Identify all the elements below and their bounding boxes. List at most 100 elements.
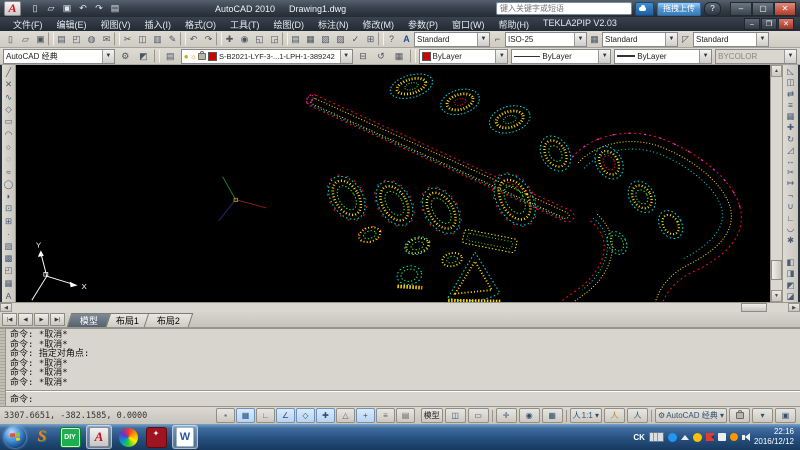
designcenter-icon[interactable]: ▦ [303,32,318,47]
spline-icon[interactable]: ≈ [3,165,15,177]
table-style-icon[interactable]: ▦ [587,32,602,47]
new-icon[interactable]: ▯ [3,32,18,47]
maximize-button[interactable]: ▢ [752,2,774,16]
workspace-save-icon[interactable]: ◩ [136,49,151,64]
zoom-realtime-icon[interactable]: ◉ [237,32,252,47]
layer-combo[interactable]: ● ☼ S-B2021-LYF-3-...1-LPH-1-389242 ▼ [181,49,353,64]
ellipse-arc-icon[interactable]: ◗ [3,190,15,202]
text-style-icon[interactable]: A [399,32,414,47]
qat-new-icon[interactable]: ▯ [28,3,42,15]
minimize-button[interactable]: – [730,2,752,16]
publish-icon[interactable]: ◍ [84,32,99,47]
copy-object-icon[interactable]: ◫ [785,77,797,88]
status-menu-arrow-icon[interactable]: ▾ [752,408,773,423]
pan-icon[interactable]: ✛ [496,408,517,423]
tab-nav-next[interactable]: ▶ [34,313,49,326]
horizontal-scrollbar[interactable]: ◀ ▶ [0,302,800,312]
taskbar-sogou-icon[interactable]: S [30,426,54,448]
workspace-switch-button[interactable]: ⚙ AutoCAD 经典 ▾ [655,408,727,423]
search-input[interactable] [496,2,632,15]
command-prompt[interactable]: 命令: [6,390,800,406]
tab-nav-first[interactable]: |◀ [2,313,17,326]
tab-nav-last[interactable]: ▶| [50,313,65,326]
make-layer-current-icon[interactable]: ⊟ [356,49,371,64]
tray-blue-icon[interactable] [668,433,677,442]
autocad-logo-icon[interactable]: A [4,1,21,16]
layer-on-icon[interactable]: ● [184,52,189,61]
toolbar-lock-button[interactable] [729,408,750,423]
text-style-combo[interactable]: Standard ▼ [414,32,490,47]
lwt-toggle[interactable]: ≡ [376,408,395,423]
taskbar-pinwheel-icon[interactable] [116,426,140,448]
menu-item[interactable]: 参数(P) [401,18,445,31]
markup-icon[interactable]: ✓ [348,32,363,47]
linetype-combo[interactable]: ByLayer ▼ [511,49,611,64]
layer-states-icon[interactable]: ▦ [392,49,407,64]
menu-item[interactable]: 窗口(W) [445,18,492,31]
chamfer-icon[interactable]: ∟ [785,212,797,223]
grid-toggle[interactable]: ▦ [236,408,255,423]
construction-line-icon[interactable]: ✕ [3,78,15,90]
menu-item[interactable]: 修改(M) [356,18,402,31]
chevron-down-icon[interactable]: ▼ [477,33,489,46]
point-icon[interactable]: · [3,227,15,239]
sheetset-icon[interactable]: ▨ [333,32,348,47]
layer-previous-icon[interactable]: ↺ [374,49,389,64]
qat-undo-icon[interactable]: ↶ [76,3,90,15]
make-block-icon[interactable]: ⊞ [3,215,15,227]
arc-icon[interactable]: ◠ [3,128,15,140]
break-icon[interactable]: ¬ [785,190,797,201]
zoom-window-icon[interactable]: ◱ [252,32,267,47]
scroll-left-icon[interactable]: ◀ [0,303,12,312]
dim-style-combo[interactable]: ISO-25 ▼ [505,32,587,47]
steeringwheel-icon[interactable]: ▦ [542,408,563,423]
annotation-visibility-icon[interactable]: 人 [604,408,625,423]
array-icon[interactable]: ▦ [785,111,797,122]
scroll-up-icon[interactable]: ▲ [771,65,782,77]
coordinate-readout[interactable]: 3307.6651, -382.1585, 0.0000 [4,411,174,421]
upload-button[interactable]: 拖拽上传 [657,2,701,16]
menu-item[interactable]: 视图(V) [94,18,138,31]
chevron-down-icon[interactable]: ▼ [598,50,610,63]
taskbar-media-icon[interactable]: ✦ [144,426,168,448]
workspace-combo[interactable]: AutoCAD 经典 ▼ [3,49,115,64]
open-icon[interactable]: ▱ [18,32,33,47]
move-icon[interactable]: ✚ [785,122,797,133]
tray-orange-icon[interactable] [730,433,738,441]
mleader-style-icon[interactable]: ◸ [678,32,693,47]
paste-icon[interactable]: ▥ [150,32,165,47]
polygon-icon[interactable]: ◇ [3,103,15,115]
revision-cloud-icon[interactable]: ◌ [3,153,15,165]
vertical-scroll-thumb[interactable] [771,260,782,280]
tray-white-icon[interactable] [718,433,726,441]
chevron-down-icon[interactable]: ▼ [699,50,711,63]
zoom-previous-icon[interactable]: ◲ [267,32,282,47]
help-icon[interactable]: ? [384,32,399,47]
redo-icon[interactable]: ↷ [201,32,216,47]
chevron-down-icon[interactable]: ▼ [665,33,677,46]
quick-view-layouts-icon[interactable]: ◫ [445,408,466,423]
menu-item[interactable]: 插入(I) [138,18,179,31]
doc-close-button[interactable]: ✕ [778,18,794,30]
polyline-icon[interactable]: ∿ [3,91,15,103]
layer-properties-icon[interactable]: ▤ [163,49,178,64]
volume-icon[interactable] [742,433,750,441]
zoom-icon[interactable]: ◉ [519,408,540,423]
doc-restore-button[interactable]: ❐ [761,18,777,30]
draworder-back-icon[interactable]: ◨ [785,268,797,279]
color-combo[interactable]: ByLayer ▼ [419,49,509,64]
autoscale-icon[interactable]: 人 [627,408,648,423]
properties-icon[interactable]: ▤ [288,32,303,47]
tray-flag-icon[interactable] [706,433,714,441]
match-properties-icon[interactable]: ✎ [165,32,180,47]
help-button[interactable]: ? [704,2,721,16]
scale-icon[interactable]: ◿ [785,145,797,156]
cloud-icon[interactable] [635,2,654,16]
workspace-settings-icon[interactable]: ⚙ [118,49,133,64]
clean-screen-icon[interactable]: ▣ [775,408,796,423]
draworder-front-icon[interactable]: ◧ [785,257,797,268]
tab-nav-prev[interactable]: ◀ [18,313,33,326]
plot-preview-icon[interactable]: ◰ [69,32,84,47]
line-icon[interactable]: ╱ [3,66,15,78]
ime-indicator[interactable]: CK [633,433,645,442]
